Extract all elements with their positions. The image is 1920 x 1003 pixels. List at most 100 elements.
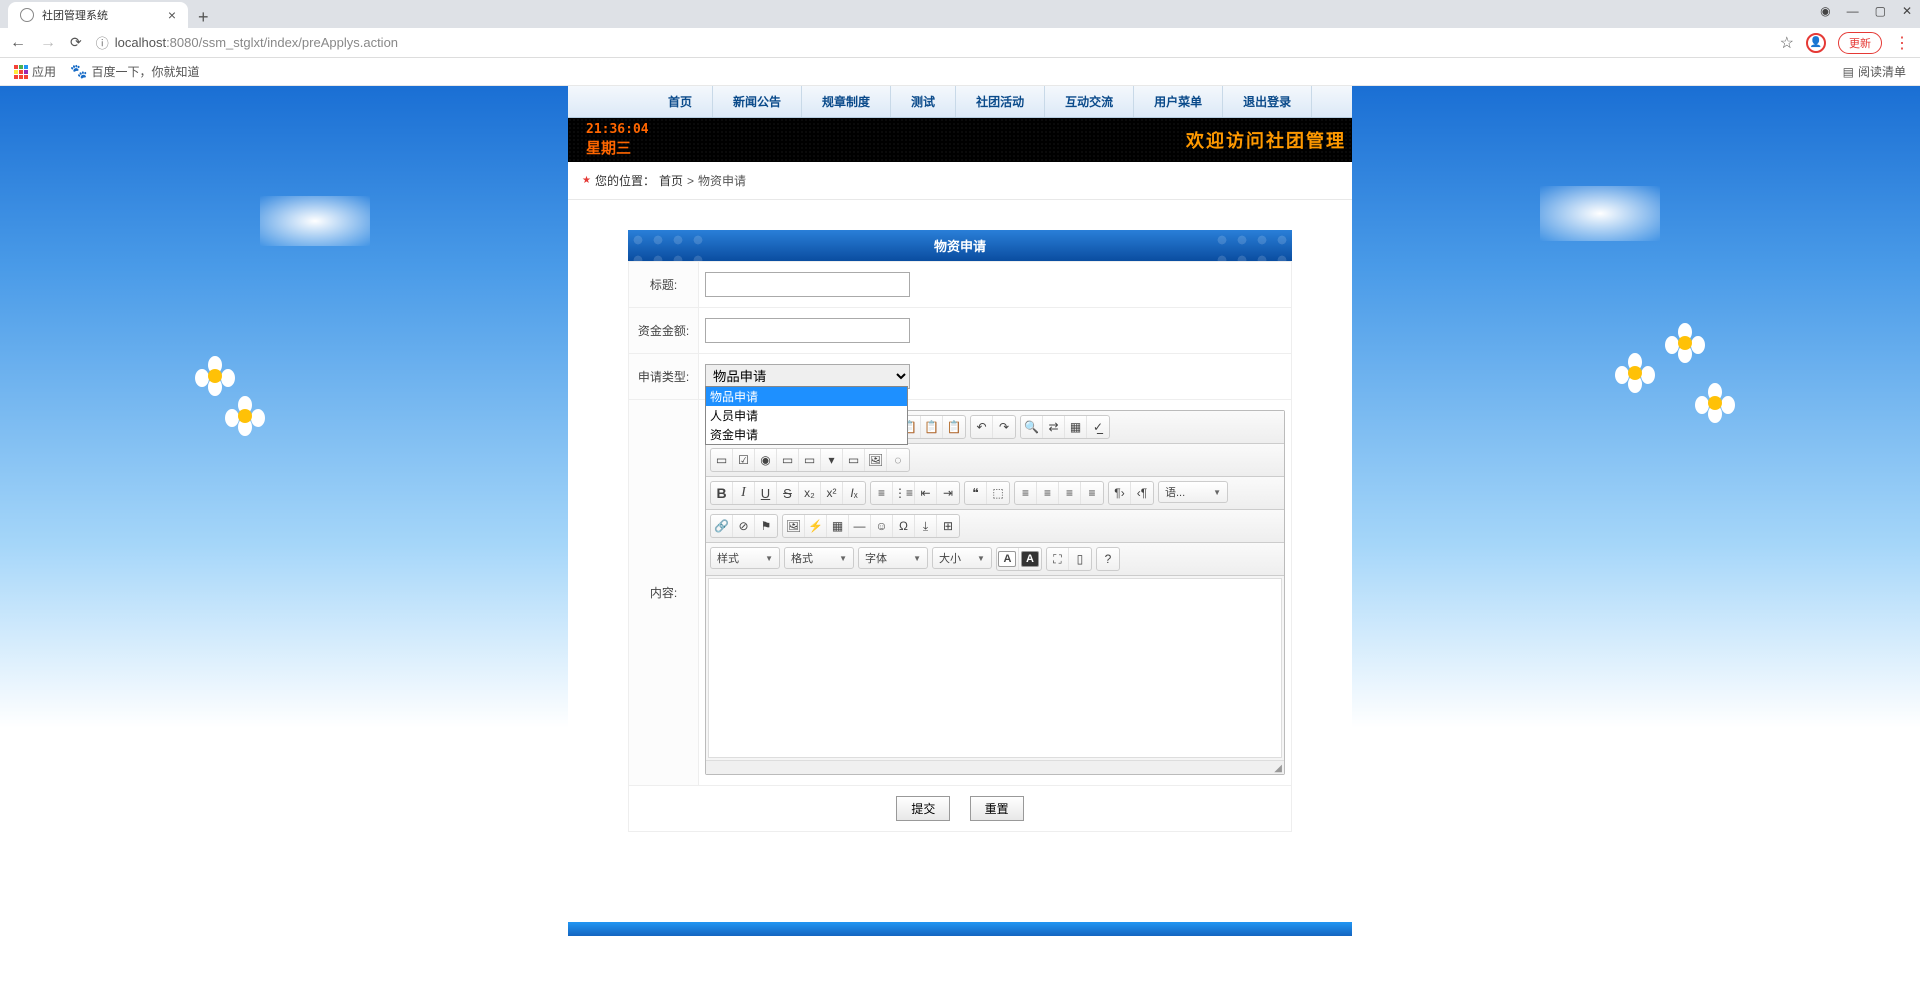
reset-button[interactable]: 重置 <box>970 796 1024 821</box>
globe-icon <box>20 8 34 22</box>
superscript-icon[interactable]: x² <box>821 482 843 504</box>
minimize-icon[interactable]: — <box>1847 4 1859 18</box>
apps-grid-icon <box>14 65 28 79</box>
nav-news[interactable]: 新闻公告 <box>713 86 802 117</box>
hidden-icon[interactable]: ◌ <box>887 449 909 471</box>
editor-resize-handle[interactable] <box>706 760 1284 774</box>
pagebreak-icon[interactable]: ⤓ <box>915 515 937 537</box>
nav-interact[interactable]: 互动交流 <box>1045 86 1134 117</box>
profile-avatar[interactable]: 👤 <box>1806 33 1826 53</box>
form-icon[interactable]: ▭ <box>711 449 733 471</box>
format-combo[interactable]: 格式▼ <box>784 547 854 569</box>
unlink-icon[interactable]: ⊘ <box>733 515 755 537</box>
button-icon[interactable]: ▭ <box>843 449 865 471</box>
paste-text-icon[interactable]: 📋 <box>921 416 943 438</box>
update-button[interactable]: 更新 <box>1838 32 1882 54</box>
spellcheck-icon[interactable]: ✓̲ <box>1087 416 1109 438</box>
underline-icon[interactable]: U <box>755 482 777 504</box>
align-right-icon[interactable]: ≡ <box>1059 482 1081 504</box>
nav-activity[interactable]: 社团活动 <box>956 86 1045 117</box>
cloud-decoration <box>260 196 370 246</box>
new-tab-button[interactable]: + <box>188 7 219 28</box>
checkbox-icon[interactable]: ☑ <box>733 449 755 471</box>
size-combo[interactable]: 大小▼ <box>932 547 992 569</box>
editor-content[interactable] <box>708 578 1282 758</box>
led-scroll-text: 欢迎访问社团管理 <box>1186 127 1346 153</box>
link-icon[interactable]: 🔗 <box>711 515 733 537</box>
close-window-icon[interactable]: ✕ <box>1902 4 1912 18</box>
align-left-icon[interactable]: ≡ <box>1015 482 1037 504</box>
blockquote-icon[interactable]: ❝ <box>965 482 987 504</box>
dropdown-option-wupin[interactable]: 物品申请 <box>706 387 907 406</box>
close-tab-icon[interactable]: × <box>168 7 176 23</box>
replace-icon[interactable]: ⇄ <box>1043 416 1065 438</box>
indent-icon[interactable]: ⇥ <box>937 482 959 504</box>
address-bar[interactable]: ⓘ localhost:8080/ssm_stglxt/index/preApp… <box>96 33 1766 52</box>
rtl-icon[interactable]: ‹¶ <box>1131 482 1153 504</box>
style-combo[interactable]: 样式▼ <box>710 547 780 569</box>
dropdown-option-renyuan[interactable]: 人员申请 <box>706 406 907 425</box>
baidu-bookmark[interactable]: 🐾 百度一下，你就知道 <box>70 63 199 80</box>
submit-button[interactable]: 提交 <box>896 796 950 821</box>
breadcrumb-home[interactable]: 首页 <box>659 172 683 189</box>
italic-icon[interactable]: I <box>733 482 755 504</box>
textfield-icon[interactable]: ▭ <box>777 449 799 471</box>
outdent-icon[interactable]: ⇤ <box>915 482 937 504</box>
nav-home[interactable]: 首页 <box>648 86 713 117</box>
reading-list[interactable]: ▤ 阅读清单 <box>1843 63 1906 80</box>
removeformat-icon[interactable]: Iₓ <box>843 482 865 504</box>
maximize-icon[interactable]: ▢ <box>1875 4 1886 18</box>
flash-icon[interactable]: ⚡ <box>805 515 827 537</box>
align-center-icon[interactable]: ≡ <box>1037 482 1059 504</box>
dropdown-option-zijin[interactable]: 资金申请 <box>706 425 907 444</box>
maximize-editor-icon[interactable]: ⛶ <box>1047 548 1069 570</box>
anchor-icon[interactable]: ⚑ <box>755 515 777 537</box>
back-button[interactable]: ← <box>10 34 26 52</box>
imagebtn-icon[interactable]: 🖼 <box>865 449 887 471</box>
about-icon[interactable]: ? <box>1097 548 1119 570</box>
record-icon[interactable]: ◉ <box>1820 4 1830 18</box>
subscript-icon[interactable]: x₂ <box>799 482 821 504</box>
paste-word-icon[interactable]: 📋 <box>943 416 965 438</box>
image-icon[interactable]: 🖼 <box>783 515 805 537</box>
numlist-icon[interactable]: ≡ <box>871 482 893 504</box>
forward-button[interactable]: → <box>40 34 56 52</box>
nav-logout[interactable]: 退出登录 <box>1223 86 1312 117</box>
menu-dots-icon[interactable]: ⋮ <box>1894 33 1910 53</box>
selectall-icon[interactable]: ▦ <box>1065 416 1087 438</box>
nav-user-menu[interactable]: 用户菜单 <box>1134 86 1223 117</box>
radio-icon[interactable]: ◉ <box>755 449 777 471</box>
bookmark-star-icon[interactable]: ☆ <box>1780 33 1794 53</box>
find-icon[interactable]: 🔍 <box>1021 416 1043 438</box>
nav-test[interactable]: 测试 <box>891 86 956 117</box>
showblocks-icon[interactable]: ▯ <box>1069 548 1091 570</box>
breadcrumb-current: 物资申请 <box>698 172 746 189</box>
bgcolor-icon[interactable]: A <box>1019 548 1041 570</box>
textarea-icon[interactable]: ▭ <box>799 449 821 471</box>
nav-rules[interactable]: 规章制度 <box>802 86 891 117</box>
undo-icon[interactable]: ↶ <box>971 416 993 438</box>
title-input[interactable] <box>705 272 910 297</box>
div-icon[interactable]: ⬚ <box>987 482 1009 504</box>
align-justify-icon[interactable]: ≡ <box>1081 482 1103 504</box>
reload-button[interactable]: ⟳ <box>70 34 82 51</box>
smiley-icon[interactable]: ☺ <box>871 515 893 537</box>
table-icon[interactable]: ▦ <box>827 515 849 537</box>
bold-icon[interactable]: B <box>711 482 733 504</box>
font-combo[interactable]: 字体▼ <box>858 547 928 569</box>
apps-shortcut[interactable]: 应用 <box>14 63 56 80</box>
specialchar-icon[interactable]: Ω <box>893 515 915 537</box>
redo-icon[interactable]: ↷ <box>993 416 1015 438</box>
star-icon: ★ <box>582 175 591 186</box>
site-info-icon[interactable]: ⓘ <box>96 33 109 52</box>
hr-icon[interactable]: — <box>849 515 871 537</box>
bullist-icon[interactable]: ⋮≡ <box>893 482 915 504</box>
select-icon[interactable]: ▾ <box>821 449 843 471</box>
lang-combo[interactable]: 语...▼ <box>1158 481 1228 503</box>
ltr-icon[interactable]: ¶› <box>1109 482 1131 504</box>
textcolor-icon[interactable]: A <box>997 548 1019 570</box>
browser-tab[interactable]: 社团管理系统 × <box>8 2 188 28</box>
amount-input[interactable] <box>705 318 910 343</box>
strike-icon[interactable]: S <box>777 482 799 504</box>
iframe-icon[interactable]: ⊞ <box>937 515 959 537</box>
